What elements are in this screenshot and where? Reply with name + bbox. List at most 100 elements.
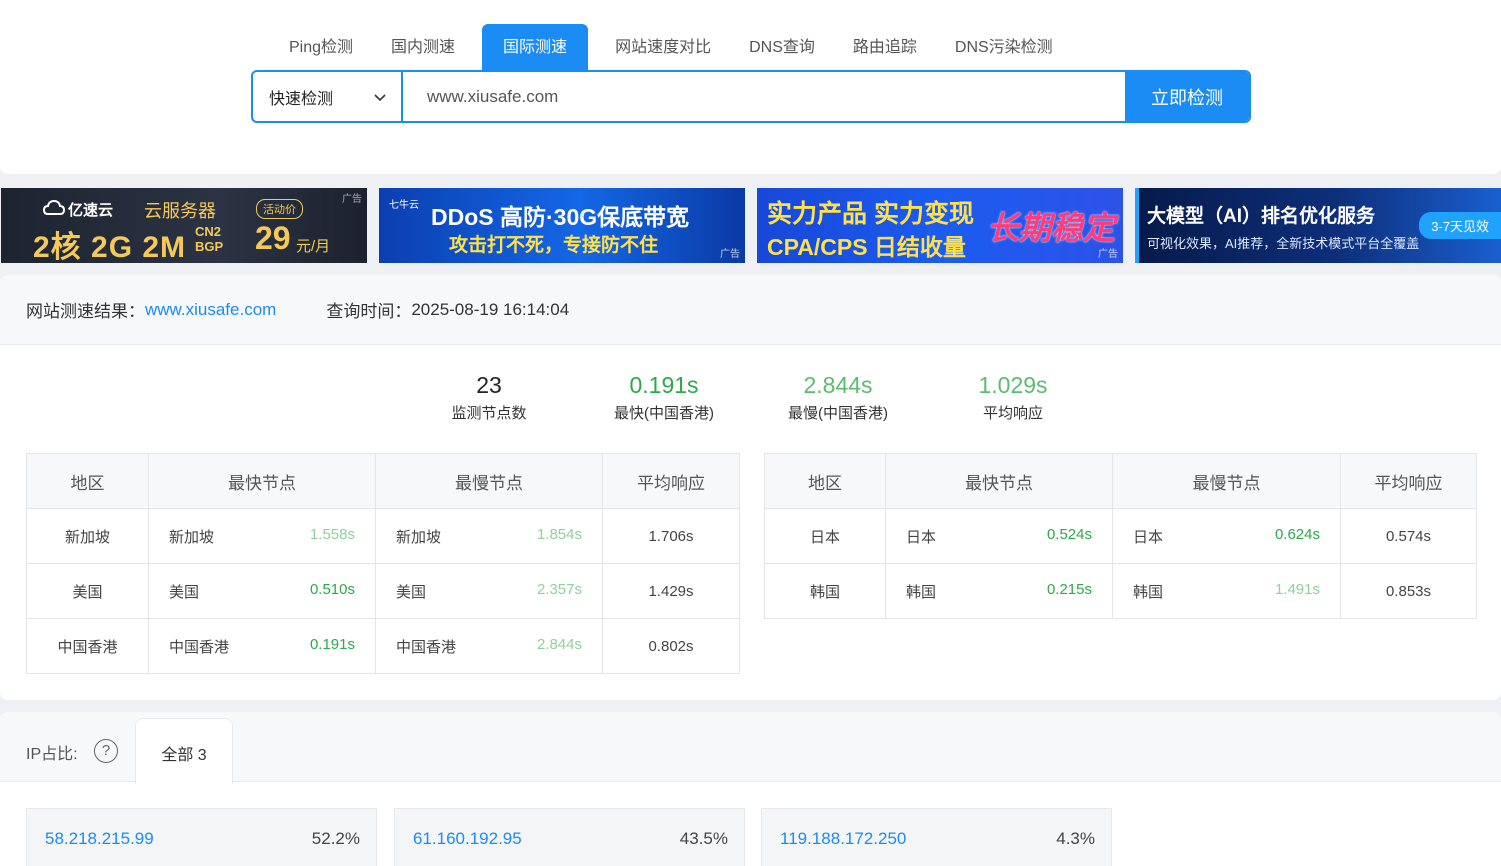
ad1-net2: BGP bbox=[195, 239, 224, 254]
col-slowest-node: 最慢节点 bbox=[1112, 453, 1341, 509]
ip-ratio-label: IP占比: bbox=[26, 746, 78, 763]
col-average: 平均响应 bbox=[602, 453, 740, 509]
ad1-unit: 元/月 bbox=[296, 238, 331, 255]
node-time: 2.844s bbox=[536, 635, 582, 653]
fast-node-cell: 中国香港 0.191s bbox=[148, 618, 376, 674]
search-bar: 快速检测 立即检测 bbox=[251, 70, 1251, 123]
stat-value: 1.029s bbox=[978, 372, 1048, 398]
help-icon[interactable]: ? bbox=[94, 739, 118, 763]
stat-fastest: 0.191s 最快(中国香港) bbox=[584, 370, 744, 423]
tab-all-ips[interactable]: 全部 3 bbox=[135, 718, 233, 784]
fast-node-cell: 日本 0.524s bbox=[885, 508, 1113, 564]
region-cell: 日本 bbox=[764, 508, 886, 564]
ad4-headline: 大模型（AI）排名优化服务 bbox=[1147, 206, 1376, 227]
slow-node-cell: 中国香港 2.844s bbox=[375, 618, 603, 674]
tab-site-compare[interactable]: 网站速度对比 bbox=[596, 24, 730, 70]
ip-item[interactable]: 61.160.192.95 43.5% bbox=[394, 808, 745, 866]
region-table-left: 地区 最快节点 最慢节点 平均响应 新加坡 新加坡 1.558s 新加坡 1.854… bbox=[26, 453, 740, 674]
ip-percent: 52.2% bbox=[311, 829, 360, 848]
mode-select[interactable]: 快速检测 bbox=[253, 72, 403, 121]
table-row: 韩国 韩国 0.215s 韩国 1.491s 0.853s bbox=[764, 563, 1477, 619]
node-time: 0.510s bbox=[309, 580, 355, 598]
node-name: 日本 bbox=[1133, 528, 1164, 546]
result-header: 网站测速结果： www.xiusafe.com 查询时间： 2025-08-19… bbox=[0, 275, 1501, 345]
col-average: 平均响应 bbox=[1340, 453, 1477, 509]
col-fastest-node: 最快节点 bbox=[148, 453, 376, 509]
ad-tag: 广告 bbox=[720, 249, 740, 260]
fast-node-cell: 美国 0.510s bbox=[148, 563, 376, 619]
tab-international-speed[interactable]: 国际测速 bbox=[482, 24, 589, 70]
ip-address[interactable]: 119.188.172.250 bbox=[780, 829, 906, 866]
node-time: 1.854s bbox=[536, 525, 582, 543]
ad1-spec: 2核 2G 2M bbox=[33, 231, 187, 263]
ad3-sub: CPA/CPS 日结收量 bbox=[767, 234, 966, 260]
slow-node-cell: 美国 2.357s bbox=[375, 563, 603, 619]
table-row: 新加坡 新加坡 1.558s 新加坡 1.854s 1.706s bbox=[26, 508, 740, 564]
region-cell: 韩国 bbox=[764, 563, 886, 619]
ad-banner-ai-seo[interactable]: 大模型（AI）排名优化服务 可视化效果，AI推荐，全新技术模式平台全覆盖 3-7… bbox=[1135, 188, 1501, 263]
ad1-product: 云服务器 bbox=[144, 201, 216, 221]
ad1-badge: 活动价 bbox=[256, 199, 303, 219]
avg-cell: 0.853s bbox=[1340, 563, 1477, 619]
fast-node-cell: 韩国 0.215s bbox=[885, 563, 1113, 619]
node-name: 美国 bbox=[396, 583, 427, 601]
slow-node-cell: 韩国 1.491s bbox=[1112, 563, 1341, 619]
ad2-headline: DDoS 高防·30G保底带宽 bbox=[431, 204, 690, 230]
col-region: 地区 bbox=[26, 453, 149, 509]
table-row: 日本 日本 0.524s 日本 0.624s 0.574s bbox=[764, 508, 1477, 564]
ad-tag: 广告 bbox=[1098, 249, 1118, 260]
node-time: 0.215s bbox=[1046, 580, 1092, 598]
ad2-brand: 七牛云 bbox=[389, 200, 419, 211]
table-header-row: 地区 最快节点 最慢节点 平均响应 bbox=[26, 453, 740, 509]
result-site-link[interactable]: www.xiusafe.com bbox=[145, 300, 276, 320]
tab-dns-pollution[interactable]: DNS污染检测 bbox=[936, 24, 1072, 70]
node-name: 新加坡 bbox=[396, 528, 442, 546]
tab-domestic-speed[interactable]: 国内测速 bbox=[372, 24, 474, 70]
node-time: 1.558s bbox=[309, 525, 355, 543]
chevron-down-icon bbox=[374, 93, 386, 101]
ad-banner-cps[interactable]: 实力产品 实力变现 CPA/CPS 日结收量 长期稳定 广告 bbox=[757, 188, 1123, 263]
ip-address[interactable]: 58.218.215.99 bbox=[45, 829, 154, 866]
summary-stats: 23 监测节点数 0.191s 最快(中国香港) 2.844s 最慢(中国香港)… bbox=[0, 370, 1501, 430]
tab-traceroute[interactable]: 路由追踪 bbox=[834, 24, 936, 70]
slow-node-cell: 日本 0.624s bbox=[1112, 508, 1341, 564]
ad4-sub: 可视化效果，AI推荐，全新技术模式平台全覆盖 bbox=[1147, 236, 1420, 251]
node-name: 新加坡 bbox=[169, 528, 215, 546]
ad4-badge: 3-7天见效 bbox=[1419, 212, 1501, 239]
ip-percent: 43.5% bbox=[679, 829, 728, 848]
fast-node-cell: 新加坡 1.558s bbox=[148, 508, 376, 564]
ad1-price: 29 bbox=[255, 220, 291, 256]
url-input[interactable] bbox=[403, 72, 1125, 121]
region-cell: 新加坡 bbox=[26, 508, 149, 564]
cloud-logo-icon bbox=[43, 200, 65, 215]
stat-node-count: 23 监测节点数 bbox=[409, 370, 569, 423]
avg-cell: 0.802s bbox=[602, 618, 740, 674]
node-name: 韩国 bbox=[1133, 583, 1164, 601]
result-card: 网站测速结果： www.xiusafe.com 查询时间： 2025-08-19… bbox=[0, 275, 1501, 700]
node-time: 2.357s bbox=[536, 580, 582, 598]
query-time: 2025-08-19 16:14:04 bbox=[411, 299, 570, 319]
ip-item[interactable]: 119.188.172.250 4.3% bbox=[761, 808, 1112, 866]
ad-banner-qiniu[interactable]: 七牛云 DDoS 高防·30G保底带宽 攻击打不死，专接防不住 广告 bbox=[379, 188, 745, 263]
ad-tag: 广告 bbox=[342, 194, 362, 205]
col-region: 地区 bbox=[764, 453, 886, 509]
table-header-row: 地区 最快节点 最慢节点 平均响应 bbox=[764, 453, 1477, 509]
stat-slowest: 2.844s 最慢(中国香港) bbox=[758, 370, 918, 423]
node-time: 0.524s bbox=[1046, 525, 1092, 543]
node-name: 中国香港 bbox=[169, 638, 230, 656]
node-name: 日本 bbox=[906, 528, 937, 546]
ad3-headline: 实力产品 实力变现 bbox=[767, 200, 974, 228]
ip-item[interactable]: 58.218.215.99 52.2% bbox=[26, 808, 377, 866]
ip-ratio-card: IP占比: ? 全部 3 58.218.215.99 52.2% 61.160.… bbox=[0, 712, 1501, 866]
node-name: 韩国 bbox=[906, 583, 937, 601]
tab-ping[interactable]: Ping检测 bbox=[270, 24, 372, 70]
check-button[interactable]: 立即检测 bbox=[1125, 72, 1249, 121]
node-name: 中国香港 bbox=[396, 638, 457, 656]
stat-label: 平均响应 bbox=[982, 405, 1043, 422]
tab-dns-query[interactable]: DNS查询 bbox=[730, 24, 834, 70]
ad-banner-yisuyun[interactable]: 亿速云 云服务器 活动价 2核 2G 2M CN2 BGP 29 元/月 广告 bbox=[1, 188, 367, 263]
result-label: 网站测速结果： bbox=[26, 302, 145, 321]
node-time: 0.624s bbox=[1274, 525, 1320, 543]
ip-address[interactable]: 61.160.192.95 bbox=[413, 829, 522, 866]
time-label: 查询时间： bbox=[326, 302, 412, 321]
